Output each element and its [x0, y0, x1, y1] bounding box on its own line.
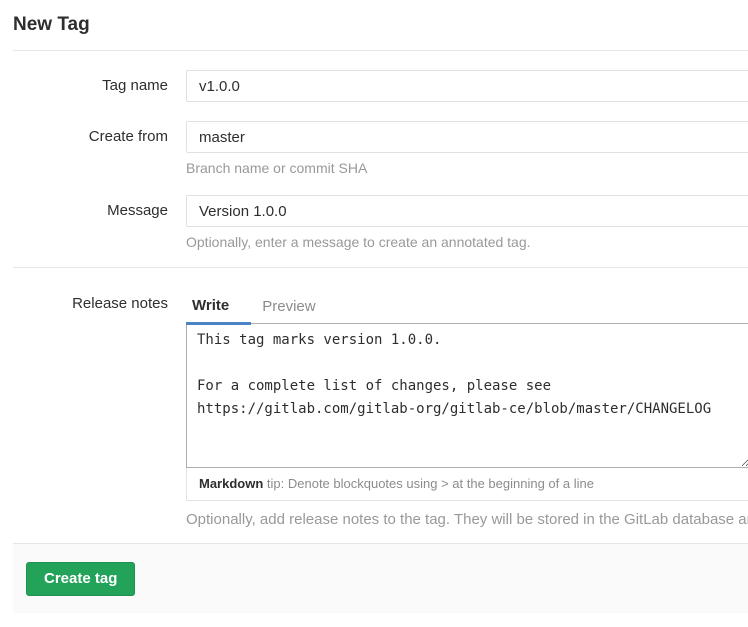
tag-name-label: Tag name: [13, 70, 186, 102]
message-row: Message Optionally, enter a message to c…: [13, 195, 748, 250]
create-from-label: Create from: [13, 121, 186, 176]
markdown-tabs: Write Preview: [186, 288, 748, 323]
release-notes-row: Release notes Write Preview This tag mar…: [13, 288, 748, 528]
new-tag-page: New Tag Tag name Create from Branch name…: [0, 0, 748, 613]
create-from-input[interactable]: [186, 121, 748, 153]
create-tag-button[interactable]: Create tag: [26, 562, 135, 596]
message-help: Optionally, enter a message to create an…: [186, 234, 748, 250]
message-label: Message: [13, 195, 186, 250]
create-from-row: Create from Branch name or commit SHA: [13, 121, 748, 176]
tab-write[interactable]: Write: [186, 288, 251, 325]
tag-name-row: Tag name: [13, 70, 748, 102]
message-input[interactable]: [186, 195, 748, 227]
create-from-field-wrap: Branch name or commit SHA: [186, 121, 748, 176]
section-divider: [13, 267, 748, 268]
release-notes-textarea[interactable]: This tag marks version 1.0.0. For a comp…: [186, 323, 748, 468]
page-title: New Tag: [13, 14, 748, 36]
tab-preview[interactable]: Preview: [251, 289, 326, 323]
markdown-tip-bold: Markdown: [199, 476, 263, 491]
release-notes-field-wrap: Write Preview This tag marks version 1.0…: [186, 288, 748, 528]
create-from-help: Branch name or commit SHA: [186, 160, 748, 176]
form-actions: Create tag: [13, 543, 748, 613]
markdown-tip-bar: Markdown tip: Denote blockquotes using >…: [186, 468, 748, 501]
release-notes-label: Release notes: [13, 288, 186, 528]
title-divider: [13, 50, 748, 51]
tag-name-input[interactable]: [186, 70, 748, 102]
message-field-wrap: Optionally, enter a message to create an…: [186, 195, 748, 250]
markdown-tip-text: tip: Denote blockquotes using > at the b…: [263, 476, 594, 491]
release-notes-help: Optionally, add release notes to the tag…: [186, 511, 748, 528]
tag-name-field-wrap: [186, 70, 748, 102]
